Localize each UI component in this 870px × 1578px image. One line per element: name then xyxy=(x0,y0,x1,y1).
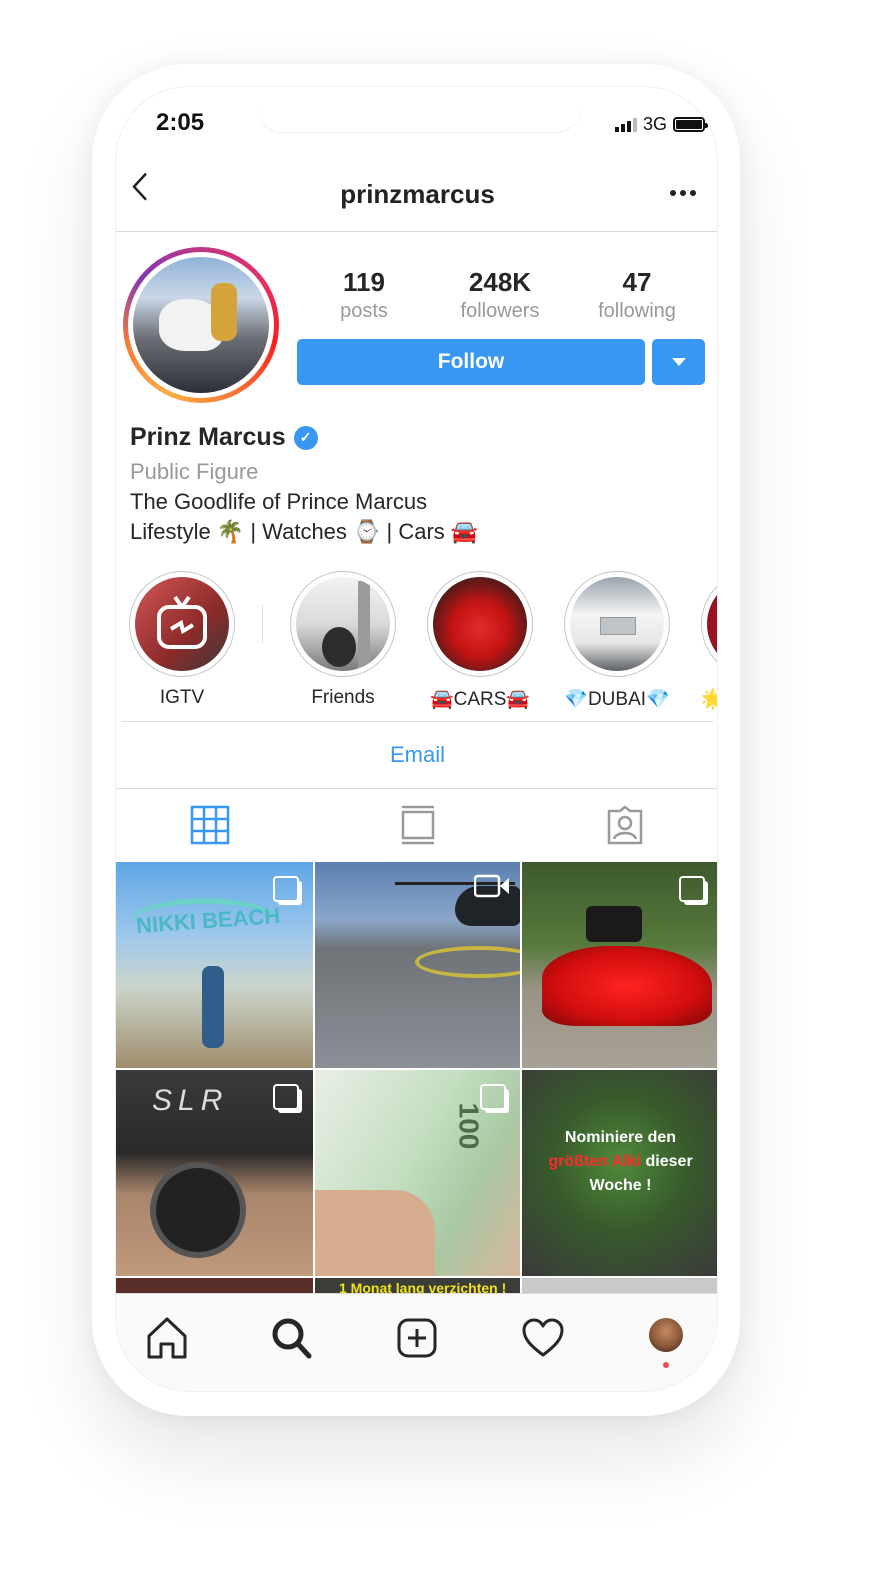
device-notch xyxy=(256,87,582,133)
tab-tagged[interactable] xyxy=(605,805,645,850)
highlight-divider xyxy=(262,605,263,643)
highlights-divider xyxy=(122,721,713,722)
highlight-friends[interactable]: Friends xyxy=(288,571,398,709)
status-time: 2:05 xyxy=(156,109,205,136)
post-tile[interactable]: Nominiere den größten Alki dieser Woche … xyxy=(522,1070,717,1276)
multiple-photos-icon xyxy=(273,1084,299,1110)
profile-name: Prinz Marcus xyxy=(130,423,286,451)
add-post-icon xyxy=(397,1318,437,1358)
multiple-photos-icon xyxy=(273,876,299,902)
nav-new-post[interactable] xyxy=(396,1316,438,1365)
profile-avatar-story-ring[interactable] xyxy=(123,247,279,403)
heart-icon xyxy=(522,1318,564,1357)
video-icon xyxy=(474,874,509,898)
home-icon xyxy=(147,1317,187,1359)
profile-category: Public Figure xyxy=(130,459,259,484)
tv-icon xyxy=(401,805,435,845)
search-icon xyxy=(272,1318,312,1359)
nav-home[interactable] xyxy=(146,1316,188,1365)
battery-icon xyxy=(673,117,708,132)
post-tile[interactable] xyxy=(315,862,520,1068)
highlight-dubai[interactable]: 💎DUBAI💎 xyxy=(562,571,672,711)
tab-igtv[interactable] xyxy=(400,805,436,850)
more-options-button[interactable] xyxy=(669,177,697,203)
stat-following[interactable]: 47 following xyxy=(577,267,697,323)
profile-avatar xyxy=(649,1318,683,1352)
nav-activity[interactable] xyxy=(521,1316,565,1365)
suggested-accounts-dropdown[interactable] xyxy=(652,339,705,385)
stat-posts[interactable]: 119 posts xyxy=(304,267,424,323)
header-divider xyxy=(116,231,717,232)
app-screen: 2:05 3G prinzmarcus 119 posts 248K follo… xyxy=(115,86,718,1392)
tagged-user-icon xyxy=(607,805,643,845)
post-tile[interactable]: 100 xyxy=(315,1070,520,1276)
notification-dot xyxy=(663,1362,669,1368)
bio-line-1: The Goodlife of Prince Marcus xyxy=(130,489,428,514)
igtv-icon xyxy=(157,595,207,649)
profile-username: prinzmarcus xyxy=(340,179,495,209)
post-tile[interactable]: NIKKI BEACH xyxy=(116,862,313,1068)
tab-grid[interactable] xyxy=(190,805,230,850)
verified-badge-icon: ✓ xyxy=(293,425,318,450)
signal-icon xyxy=(614,117,637,132)
email-button[interactable]: Email xyxy=(116,742,717,768)
post-tile[interactable] xyxy=(522,862,717,1068)
follow-button[interactable]: Follow xyxy=(297,339,645,385)
bottom-navigation xyxy=(116,1293,717,1391)
highlight-star[interactable]: 🌟 xyxy=(699,571,717,711)
profile-tabs xyxy=(116,789,717,861)
nav-search[interactable] xyxy=(270,1316,312,1365)
bio-line-2: Lifestyle 🌴 | Watches ⌚ | Cars 🚘 xyxy=(130,519,479,544)
multiple-photos-icon xyxy=(679,876,705,902)
ellipsis-icon xyxy=(670,190,696,196)
highlight-cars[interactable]: 🚘CARS🚘 xyxy=(425,571,535,711)
nav-profile[interactable] xyxy=(649,1318,683,1368)
profile-name-row: Prinz Marcus ✓ xyxy=(130,423,318,452)
multiple-photos-icon xyxy=(480,1084,506,1110)
stat-followers[interactable]: 248K followers xyxy=(440,267,560,323)
network-type: 3G xyxy=(642,114,667,134)
highlight-igtv[interactable]: IGTV xyxy=(127,571,237,709)
post-tile[interactable]: SLR xyxy=(116,1070,313,1276)
grid-icon xyxy=(190,805,230,845)
status-indicators: 3G xyxy=(614,114,708,135)
profile-avatar xyxy=(133,257,269,393)
